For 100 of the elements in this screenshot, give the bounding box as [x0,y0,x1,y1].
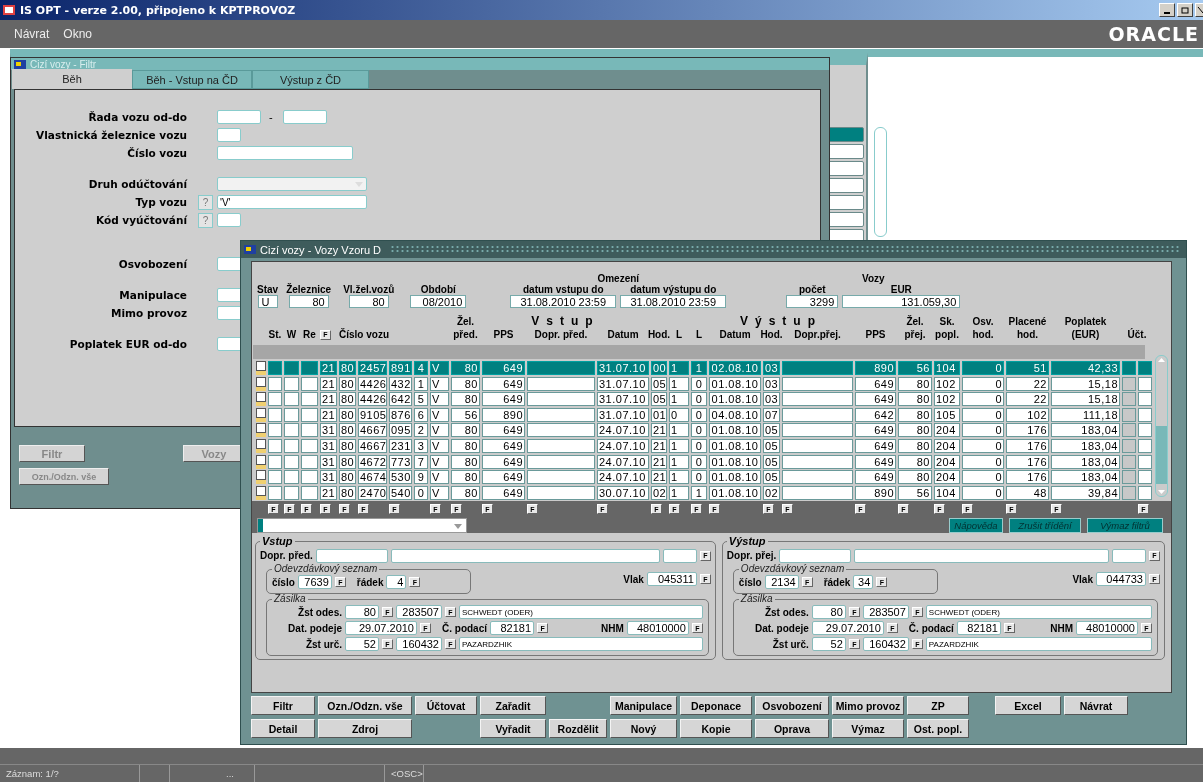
table-cell: 24.07.10 [597,423,649,438]
table-cell: 31.07.10 [597,407,649,422]
table-cell: 432 [389,376,412,391]
table-cell: 01.08.10 [709,392,761,407]
status-text: <OSC> [385,765,424,782]
table-cell: 1 [669,376,689,391]
column-header: Dopr.přej. [794,328,841,341]
table-cell: 2457 [358,361,387,375]
field-label: Dopr. přej. [726,550,777,562]
table-cell: 204 [934,438,960,453]
table-cell: 876 [389,407,412,422]
column-header: Žel. před. [453,315,478,341]
column-header: W [286,328,297,341]
column-header: L [675,328,683,341]
table-cell: 4667 [358,438,387,453]
table-cell: 649 [855,423,896,438]
column-group-header: Vstup [531,315,600,328]
table-cell: 0 [691,454,707,469]
table-cell: 1 [669,485,689,500]
field-label: Žst urč. [304,638,342,650]
table-cell: 05 [763,470,780,485]
table-cell: 0 [962,438,1004,453]
table-cell: 2470 [358,485,387,500]
field-label: Vlak [1072,573,1093,585]
table-cell: 1 [414,376,428,391]
table-cell: V [430,438,449,453]
table-cell: 176 [1006,438,1049,453]
table-cell: 31.07.10 [597,376,649,391]
table-cell: 80 [898,407,932,422]
table-cell: 00 [651,361,667,375]
table-cell: 649 [482,485,525,500]
table-cell: 183,04 [1051,423,1120,438]
table-cell: 1 [669,454,689,469]
table-cell: V [430,376,449,391]
column-header: PPS [865,328,886,341]
column-header: L [695,328,703,341]
table-cell: 102 [934,376,960,391]
column-group-header: Výstup [740,315,822,328]
table-cell: 22 [1006,376,1049,391]
table-cell: 80 [339,392,356,407]
table-cell: 21 [320,392,337,407]
table-cell: 204 [934,454,960,469]
table-cell: V [430,392,449,407]
table-cell: 649 [482,454,525,469]
table-cell: 649 [855,470,896,485]
table-cell: 0 [962,470,1004,485]
table-cell: 183,04 [1051,438,1120,453]
table-cell: 1 [669,392,689,407]
table-cell: 104 [934,361,960,375]
table-cell: 2 [414,423,428,438]
table-cell: 80 [339,470,356,485]
table-cell: 105 [934,407,960,422]
group-title: Vozy [861,273,885,284]
table-cell: 21 [320,407,337,422]
table-cell: 80 [451,470,480,485]
subsection-title: Odevzdávkový seznam [739,564,846,575]
table-cell: 204 [934,423,960,438]
field-label: Vl.žel.vozů [343,284,395,295]
table-cell: 1 [691,361,707,375]
column-header: Placené hod. [1008,315,1047,341]
table-cell: 890 [855,485,896,500]
table-cell: 21 [320,376,337,391]
table-cell: 6 [414,407,428,422]
table-cell: 649 [482,376,525,391]
table-cell: 80 [339,407,356,422]
field-label: řádek [356,576,384,588]
table-cell: 649 [482,392,525,407]
table-cell: 01.08.10 [709,423,761,438]
table-cell: 176 [1006,423,1049,438]
field-label: Manipulace [118,289,187,301]
table-cell: 891 [389,361,412,375]
table-cell: 80 [898,423,932,438]
table-cell: 56 [898,361,932,375]
subsection-title: Zásilka [739,594,774,605]
field-label: Období [420,284,456,295]
table-cell: 649 [855,392,896,407]
table-cell: 0 [691,392,707,407]
field-label: Žst urč. [771,638,809,650]
subsection-title: Odevzdávkový seznam [273,564,379,575]
table-cell: 7 [414,454,428,469]
table-cell: 48 [1006,485,1049,500]
table-cell: 02.08.10 [709,361,761,375]
column-header: Datum [607,328,639,341]
table-cell: V [430,423,449,438]
column-header: PPS [493,328,514,341]
table-cell: 80 [451,454,480,469]
table-cell: V [430,361,449,375]
column-header: St. [268,328,282,341]
table-cell: 80 [898,392,932,407]
table-cell: 22 [1006,392,1049,407]
field-label: Stav [257,284,279,295]
table-cell: 1 [669,470,689,485]
field-label: Druh odúčtování [87,178,187,190]
table-cell: 03 [763,392,780,407]
table-cell: 80 [898,470,932,485]
table-cell: 1 [669,423,689,438]
column-header: Sk. popl. [935,315,959,341]
section-title: Výstup [727,536,767,548]
field-label: Dat. podeje [287,622,342,634]
window-title: Cizí vozy - Filtr [30,58,97,70]
